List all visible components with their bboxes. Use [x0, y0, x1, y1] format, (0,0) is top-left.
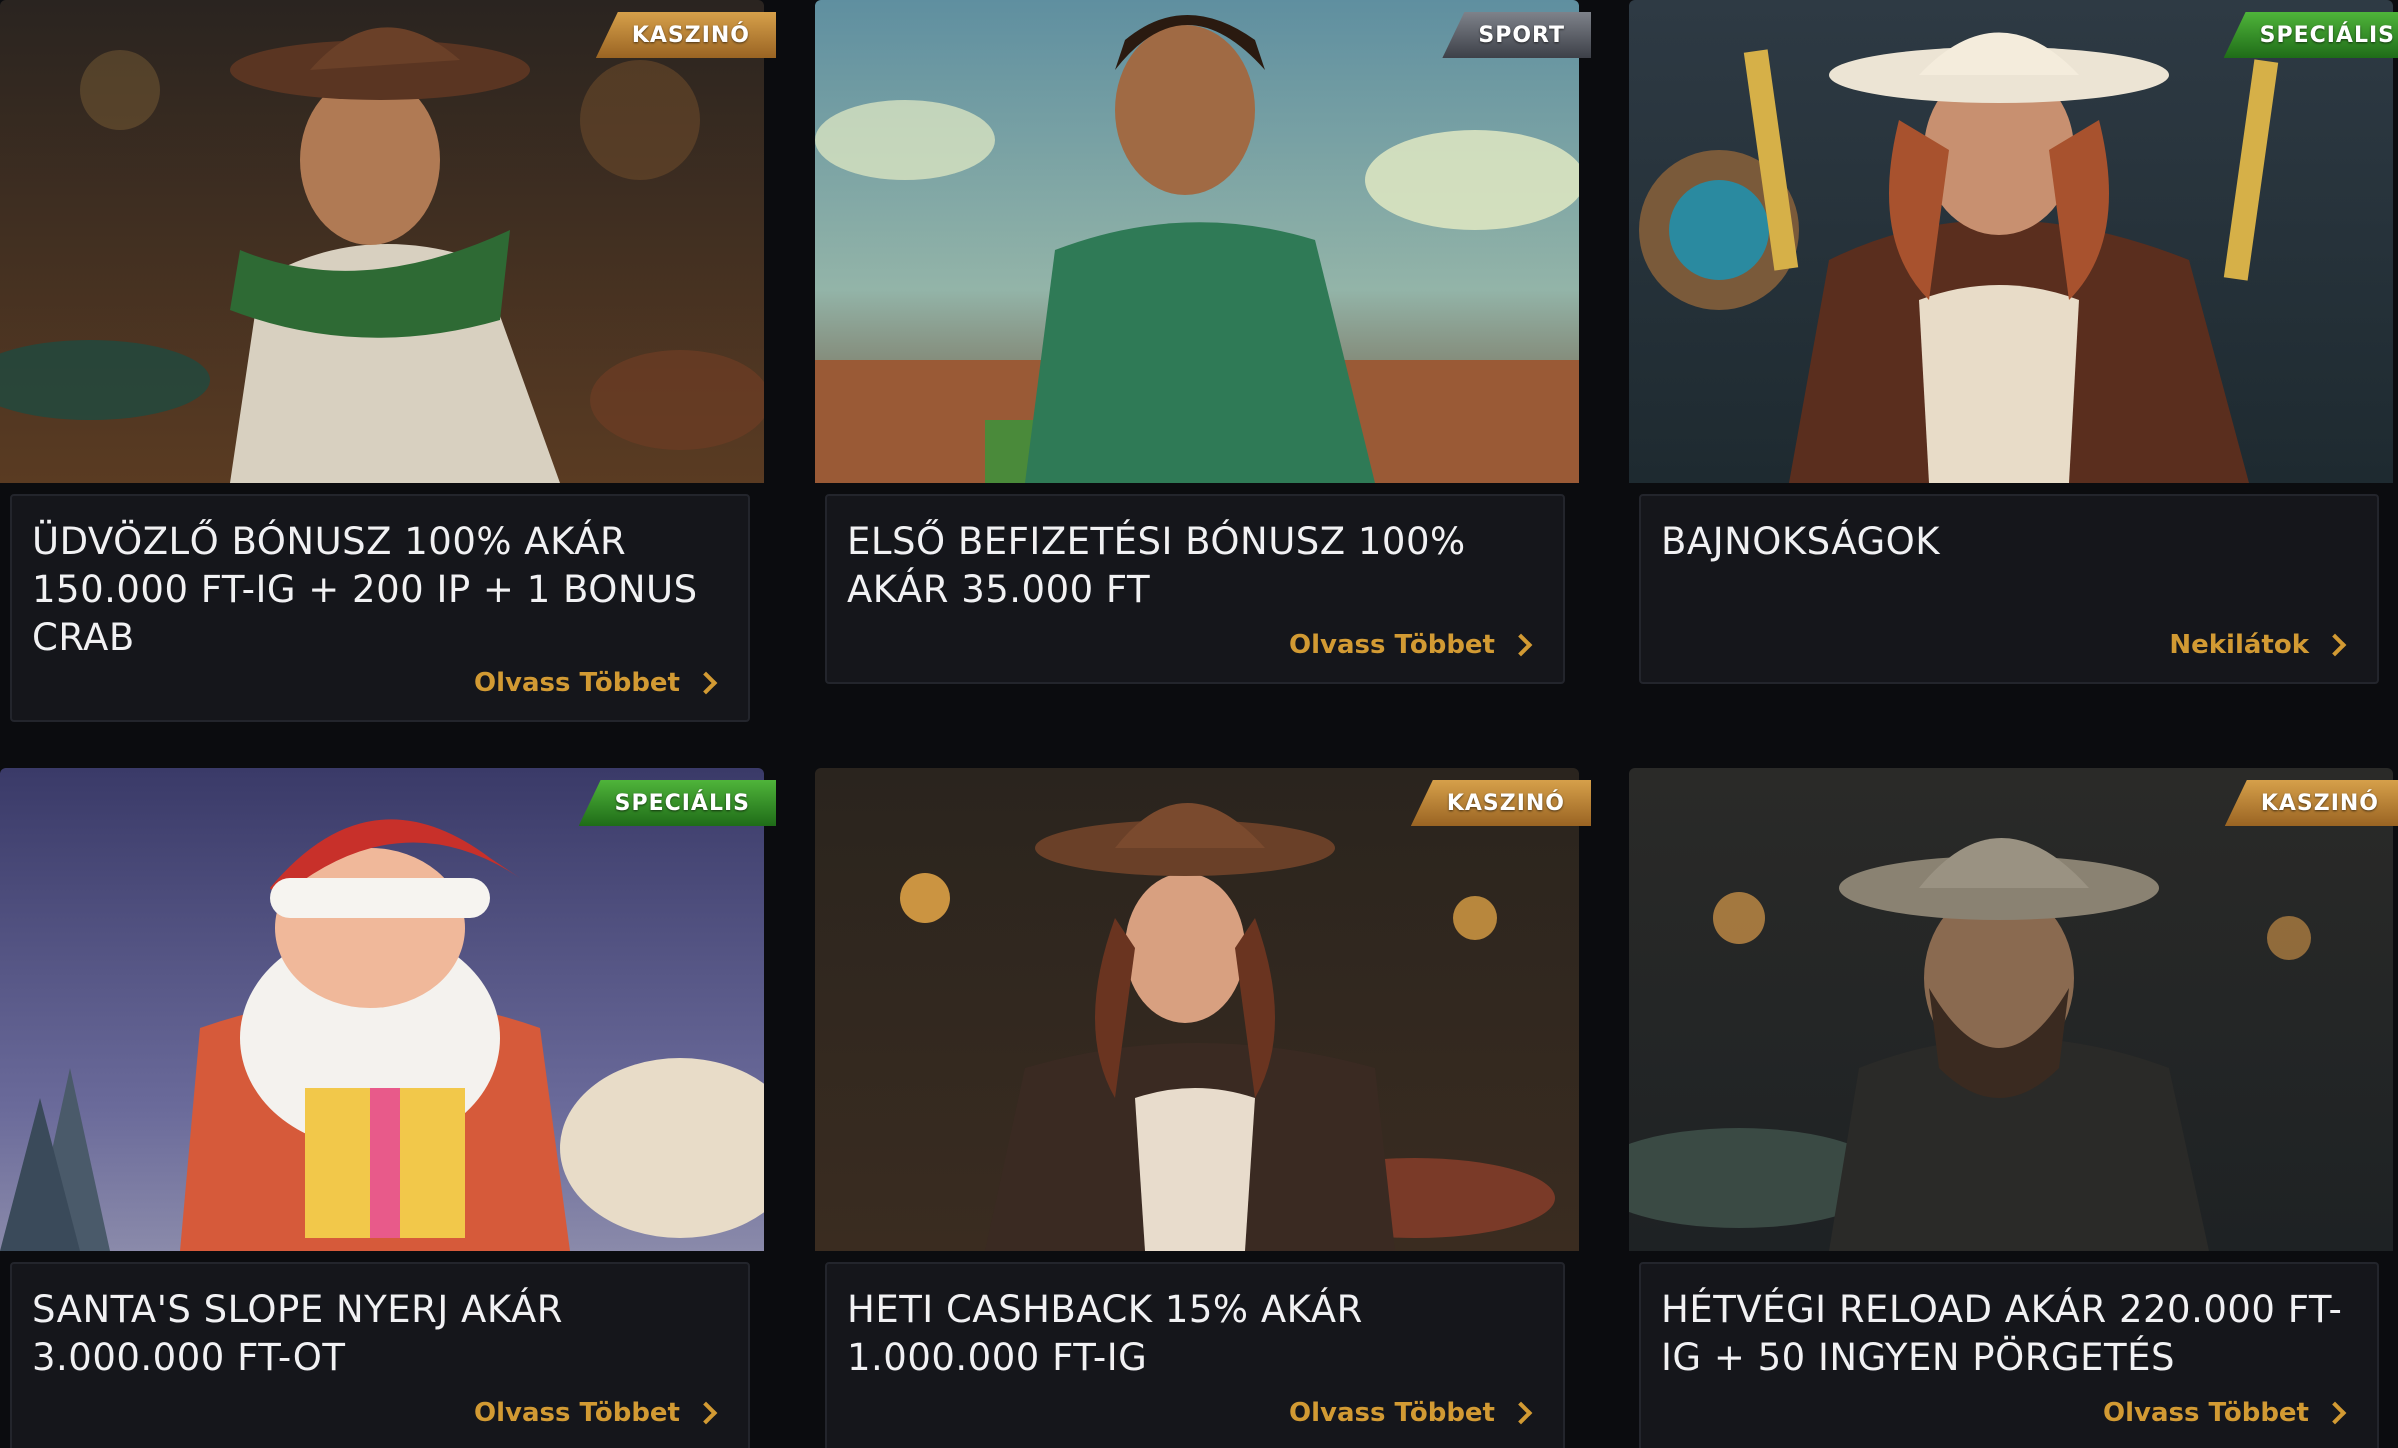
bearded-cowboy-illustration-icon — [1629, 768, 2393, 1251]
promo-title: ÜDVÖZLŐ BÓNUSZ 100% AKÁR 150.000 FT-IG +… — [32, 520, 698, 659]
read-more-link[interactable]: Olvass Többet — [2103, 1398, 2349, 1428]
promo-title: ELSŐ BEFIZETÉSI BÓNUSZ 100% AKÁR 35.000 … — [847, 520, 1466, 611]
badge-label: KASZINÓ — [631, 22, 750, 48]
promo-image[interactable] — [815, 0, 1579, 483]
badge-kaszino: KASZINÓ — [595, 12, 776, 58]
lets-go-label: Nekilátok — [2169, 630, 2309, 660]
read-more-label: Olvass Többet — [2103, 1398, 2309, 1428]
santa-illustration-icon — [0, 768, 764, 1251]
badge-label: KASZINÓ — [2260, 790, 2379, 816]
read-more-label: Olvass Többet — [1289, 1398, 1495, 1428]
chevron-right-icon — [1509, 1401, 1533, 1425]
badge-label: SPORT — [1478, 22, 1565, 48]
read-more-label: Olvass Többet — [474, 1398, 680, 1428]
badge-kaszino: KASZINÓ — [1410, 780, 1591, 826]
read-more-link[interactable]: Olvass Többet — [1289, 630, 1535, 660]
badge-label: SPECIÁLIS — [2259, 22, 2395, 48]
chevron-right-icon — [694, 1401, 718, 1425]
promo-card-body: HETI CASHBACK 15% AKÁR 1.000.000 FT-IG O… — [825, 1262, 1565, 1448]
promo-image[interactable] — [0, 768, 764, 1251]
promo-image[interactable] — [815, 768, 1579, 1251]
cowgirl-illustration-icon — [815, 768, 1579, 1251]
promo-card[interactable]: SPORT ELSŐ BEFIZETÉSI BÓNUSZ 100% AKÁR 3… — [815, 0, 1591, 700]
read-more-link[interactable]: Olvass Többet — [474, 1398, 720, 1428]
promo-card[interactable]: SPECIÁLIS SANTA'S SLOPE NYERJ AKÁR 3.000… — [0, 768, 776, 1448]
promo-title: SANTA'S SLOPE NYERJ AKÁR 3.000.000 FT-OT — [32, 1288, 563, 1379]
badge-specialis: SPECIÁLIS — [578, 780, 776, 826]
cowgirl-gunslinger-illustration-icon — [1629, 0, 2393, 483]
read-more-label: Olvass Többet — [1289, 630, 1495, 660]
chevron-right-icon — [694, 671, 718, 695]
promo-image[interactable] — [1629, 0, 2393, 483]
lets-go-link[interactable]: Nekilátok — [2169, 630, 2349, 660]
badge-sport: SPORT — [1442, 12, 1591, 58]
promo-title: BAJNOKSÁGOK — [1661, 520, 1941, 563]
promo-image[interactable] — [0, 0, 764, 483]
badge-kaszino: KASZINÓ — [2224, 780, 2398, 826]
read-more-link[interactable]: Olvass Többet — [474, 668, 720, 698]
promo-card-body: SANTA'S SLOPE NYERJ AKÁR 3.000.000 FT-OT… — [10, 1262, 750, 1448]
promotions-grid: KASZINÓ ÜDVÖZLŐ BÓNUSZ 100% AKÁR 150.000… — [0, 0, 2398, 1448]
read-more-link[interactable]: Olvass Többet — [1289, 1398, 1535, 1428]
promo-card-body: HÉTVÉGI RELOAD AKÁR 220.000 FT-IG + 50 I… — [1639, 1262, 2379, 1448]
promo-card[interactable]: SPECIÁLIS BAJNOKSÁGOK Nekilátok — [1629, 0, 2398, 700]
chevron-right-icon — [2323, 633, 2347, 657]
promo-card-body: BAJNOKSÁGOK Nekilátok — [1639, 494, 2379, 684]
badge-label: SPECIÁLIS — [614, 790, 750, 816]
badge-specialis: SPECIÁLIS — [2223, 12, 2398, 58]
promo-card[interactable]: KASZINÓ HÉTVÉGI RELOAD AKÁR 220.000 FT-I… — [1629, 768, 2398, 1448]
promo-card-body: ÜDVÖZLŐ BÓNUSZ 100% AKÁR 150.000 FT-IG +… — [10, 494, 750, 722]
promo-card[interactable]: KASZINÓ ÜDVÖZLŐ BÓNUSZ 100% AKÁR 150.000… — [0, 0, 776, 740]
promo-title: HETI CASHBACK 15% AKÁR 1.000.000 FT-IG — [847, 1288, 1363, 1379]
football-player-illustration-icon — [815, 0, 1579, 483]
promo-card[interactable]: KASZINÓ HETI CASHBACK 15% AKÁR 1.000.000… — [815, 768, 1591, 1448]
chevron-right-icon — [2323, 1401, 2347, 1425]
chevron-right-icon — [1509, 633, 1533, 657]
badge-label: KASZINÓ — [1446, 790, 1565, 816]
cowboy-illustration-icon — [0, 0, 764, 483]
promo-image[interactable] — [1629, 768, 2393, 1251]
promo-card-body: ELSŐ BEFIZETÉSI BÓNUSZ 100% AKÁR 35.000 … — [825, 494, 1565, 684]
read-more-label: Olvass Többet — [474, 668, 680, 698]
promo-title: HÉTVÉGI RELOAD AKÁR 220.000 FT-IG + 50 I… — [1661, 1288, 2343, 1379]
